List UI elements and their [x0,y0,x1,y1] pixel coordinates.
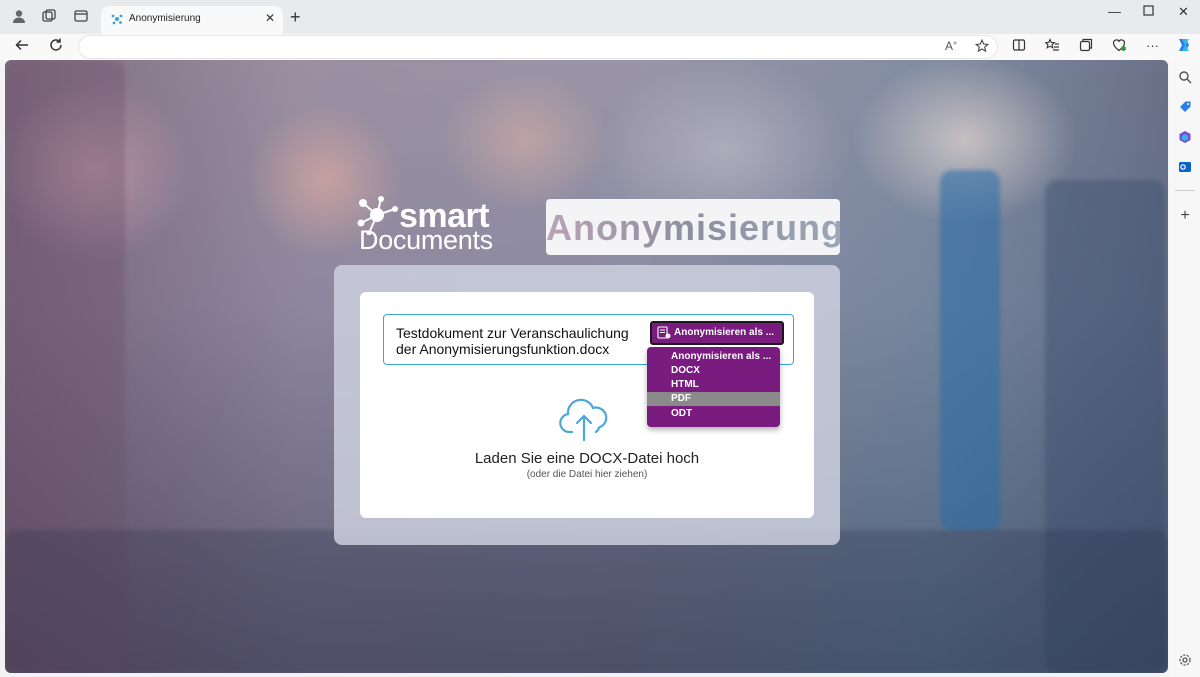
add-icon[interactable]: + [1177,208,1193,224]
read-aloud-icon[interactable]: A» [945,39,957,53]
collections-icon[interactable] [1079,38,1093,55]
upload-drag-hint: (oder die Datei hier ziehen) [526,469,648,480]
profile-icon[interactable] [10,8,28,26]
browser-tab-active[interactable]: Anonymisierung ✕ [101,6,283,34]
main-panel: Testdokument zur Veranschaulichung der A… [334,265,840,545]
settings-icon[interactable] [1177,653,1193,669]
dropdown-option-odt[interactable]: ODT [647,407,780,421]
anonymize-document-icon [657,326,671,339]
favorites-icon[interactable] [1044,38,1060,55]
workspaces-icon[interactable] [40,8,58,26]
browser-navbar: A» ··· [0,34,1200,60]
split-screen-icon[interactable] [1012,38,1026,55]
tab-title: Anonymisierung [129,13,201,24]
address-bar[interactable]: A» [78,35,998,59]
reload-icon[interactable] [48,37,64,58]
smart-documents-logo: smart Documents [355,195,515,257]
dropdown-option-html[interactable]: HTML [647,378,780,392]
favorite-star-icon[interactable] [974,38,990,56]
copilot-icon[interactable] [1175,36,1193,57]
more-icon[interactable]: ··· [1146,38,1159,53]
anonymize-as-button[interactable]: Anonymisieren als ... [650,321,784,345]
dropdown-option-pdf[interactable]: PDF [647,392,780,406]
outlook-icon[interactable] [1177,160,1193,176]
title-box: Anonymisierung [546,199,845,255]
search-icon[interactable] [1177,70,1193,86]
page-viewport: smart Documents Anonymisierung Testdokum… [5,60,1168,673]
maximize-icon[interactable] [1143,4,1154,19]
browser-essentials-icon[interactable] [1112,38,1127,55]
office-icon[interactable] [1177,130,1193,146]
tab-favicon-icon [111,14,123,25]
shopping-tag-icon[interactable] [1177,100,1193,116]
file-name: Testdokument zur Veranschaulichung der A… [396,325,629,357]
minimize-icon[interactable]: — [1108,4,1121,19]
close-window-icon[interactable]: ✕ [1178,4,1189,20]
new-tab-icon[interactable]: + [290,8,301,26]
tab-close-icon[interactable]: ✕ [265,11,275,25]
anonymize-format-dropdown[interactable]: Anonymisieren als ... DOCX HTML PDF ODT [647,347,780,427]
browser-sidebar: + [1169,60,1200,677]
dropdown-option-docx[interactable]: DOCX [647,364,780,378]
page-title: Anonymisierung [546,207,845,248]
upload-instruction[interactable]: Laden Sie eine DOCX-Datei hoch [360,450,814,467]
background-shape [5,530,1168,673]
upload-card[interactable]: Testdokument zur Veranschaulichung der A… [360,292,814,518]
browser-titlebar: Anonymisierung ✕ + — ✕ [0,0,1200,34]
back-icon[interactable] [14,37,30,58]
logo-text-documents: Documents [359,225,493,255]
dropdown-option-placeholder[interactable]: Anonymisieren als ... [647,350,780,364]
sidebar-divider [1175,190,1195,191]
background-shape [940,170,1000,530]
cloud-upload-icon[interactable] [558,396,610,442]
tab-actions-icon[interactable] [72,8,90,26]
anonymize-as-button-label: Anonymisieren als ... [674,327,775,338]
